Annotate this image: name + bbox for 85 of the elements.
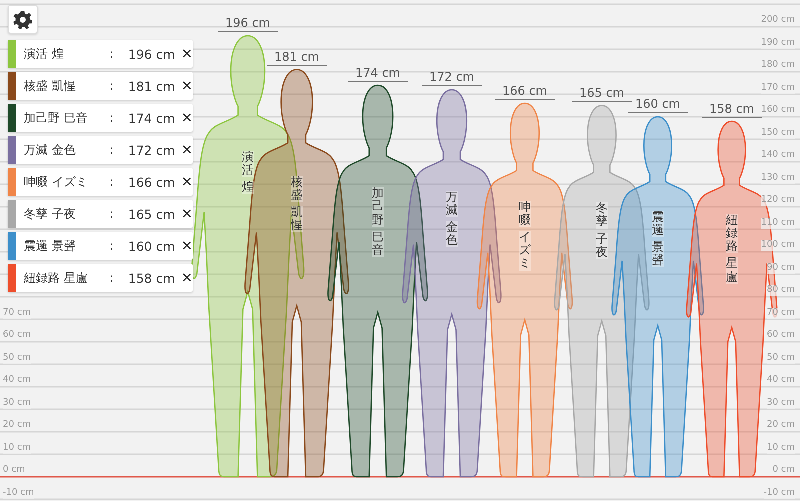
person-card[interactable]: 万滅 金色 : 172 cm × — [8, 136, 193, 164]
person-name: 呻啜 イズミ — [24, 174, 89, 190]
height-label: 165 cm — [572, 86, 632, 102]
scale-label: 120 cm — [761, 195, 795, 206]
height-label: 172 cm — [422, 70, 482, 86]
scale-label: 30 cm — [766, 398, 795, 408]
person-name: 万滅 — [446, 190, 458, 217]
height-value: 160 cm — [127, 238, 176, 254]
scale-label: -10 cm — [764, 488, 795, 498]
remove-button[interactable]: × — [181, 238, 194, 254]
height-label: 174 cm — [348, 66, 408, 82]
person-name: 加己野 — [372, 187, 384, 227]
height-value: 196 cm — [127, 46, 176, 62]
separator: : — [110, 175, 115, 189]
person-card[interactable]: 演活 煌 : 196 cm × — [8, 40, 193, 68]
height-label: 158 cm — [702, 102, 762, 118]
height-value: 174 cm — [127, 110, 176, 126]
separator: : — [110, 111, 115, 125]
separator: : — [110, 239, 115, 253]
scale-label: 10 cm — [3, 442, 32, 454]
scale-label: 70 cm — [3, 308, 32, 318]
person-card[interactable]: 紐録路 星盧 : 158 cm × — [8, 264, 193, 292]
height-value: 166 cm — [127, 174, 176, 190]
scale-label: 80 cm — [766, 285, 795, 296]
person-name: 金色 — [446, 220, 458, 248]
scale-label: 90 cm — [766, 262, 795, 274]
person-name: 星盧 — [726, 257, 738, 284]
person-name: 核盛 凱惺 — [24, 78, 77, 94]
separator: : — [110, 271, 115, 285]
scale-label: -10 cm — [3, 488, 34, 498]
separator: : — [110, 207, 115, 221]
settings-icon — [13, 10, 33, 30]
scale-label: 170 cm — [761, 82, 795, 94]
person-card[interactable]: 震邏 景聲 : 160 cm × — [8, 232, 193, 260]
person-name: 核盛 — [291, 176, 303, 202]
scale-label: 190 cm — [761, 38, 795, 48]
height-label: 196 cm — [218, 16, 278, 32]
person-name: 呻啜 — [519, 200, 531, 227]
separator: : — [110, 143, 115, 157]
height-value: 158 cm — [127, 270, 176, 286]
scale-label: 10 cm — [766, 442, 795, 454]
person-name: 景聲 — [652, 240, 664, 268]
remove-button[interactable]: × — [181, 142, 194, 158]
person-card[interactable]: 加己野 巳音 : 174 cm × — [8, 104, 193, 132]
remove-button[interactable]: × — [181, 206, 194, 222]
settings-button[interactable] — [8, 5, 38, 34]
person-name: 子夜 — [596, 232, 608, 260]
person-name: 演活 煌 — [24, 46, 65, 62]
separator: : — [110, 79, 115, 93]
person-card[interactable]: 冬孳 子夜 : 165 cm × — [8, 200, 193, 228]
scale-label: 30 cm — [3, 398, 32, 408]
remove-button[interactable]: × — [181, 110, 194, 126]
scale-label: 110 cm — [761, 218, 795, 228]
height-label: 181 cm — [267, 50, 327, 66]
person-card[interactable]: 呻啜 イズミ : 166 cm × — [8, 168, 193, 196]
height-value: 181 cm — [127, 78, 176, 94]
person-name: 震邏 — [652, 210, 664, 237]
height-value: 165 cm — [127, 206, 176, 222]
remove-button[interactable]: × — [181, 174, 194, 190]
scale-label: 50 cm — [766, 352, 795, 364]
person-name: 加己野 巳音 — [24, 110, 89, 126]
height-label: 166 cm — [495, 84, 555, 100]
person-name: 冬孳 — [596, 202, 608, 229]
person-name: 万滅 金色 — [24, 142, 77, 158]
scale-label: 50 cm — [3, 352, 32, 364]
person-name: 冬孳 子夜 — [24, 206, 77, 222]
scale-label: 150 cm — [761, 128, 795, 138]
person-name: イズミ — [519, 230, 531, 271]
separator: : — [110, 47, 115, 61]
person-name: 紐録路 星盧 — [24, 270, 89, 286]
scale-label: 130 cm — [761, 172, 795, 184]
person-card[interactable]: 核盛 凱惺 : 181 cm × — [8, 72, 193, 100]
remove-button[interactable]: × — [181, 78, 194, 94]
person-name: 演活 — [242, 150, 254, 178]
person-name: 煌 — [242, 181, 254, 194]
person-name: 紐録路 — [726, 214, 738, 254]
person-name: 震邏 景聲 — [24, 238, 77, 254]
remove-button[interactable]: × — [181, 46, 194, 62]
person-name: 凱惺 — [291, 206, 303, 232]
height-value: 172 cm — [127, 142, 176, 158]
person-name: 巳音 — [372, 230, 384, 258]
scale-label: 100 cm — [761, 240, 795, 251]
remove-button[interactable]: × — [181, 270, 194, 286]
scale-label: 70 cm — [766, 308, 795, 318]
height-label: 160 cm — [628, 97, 688, 113]
